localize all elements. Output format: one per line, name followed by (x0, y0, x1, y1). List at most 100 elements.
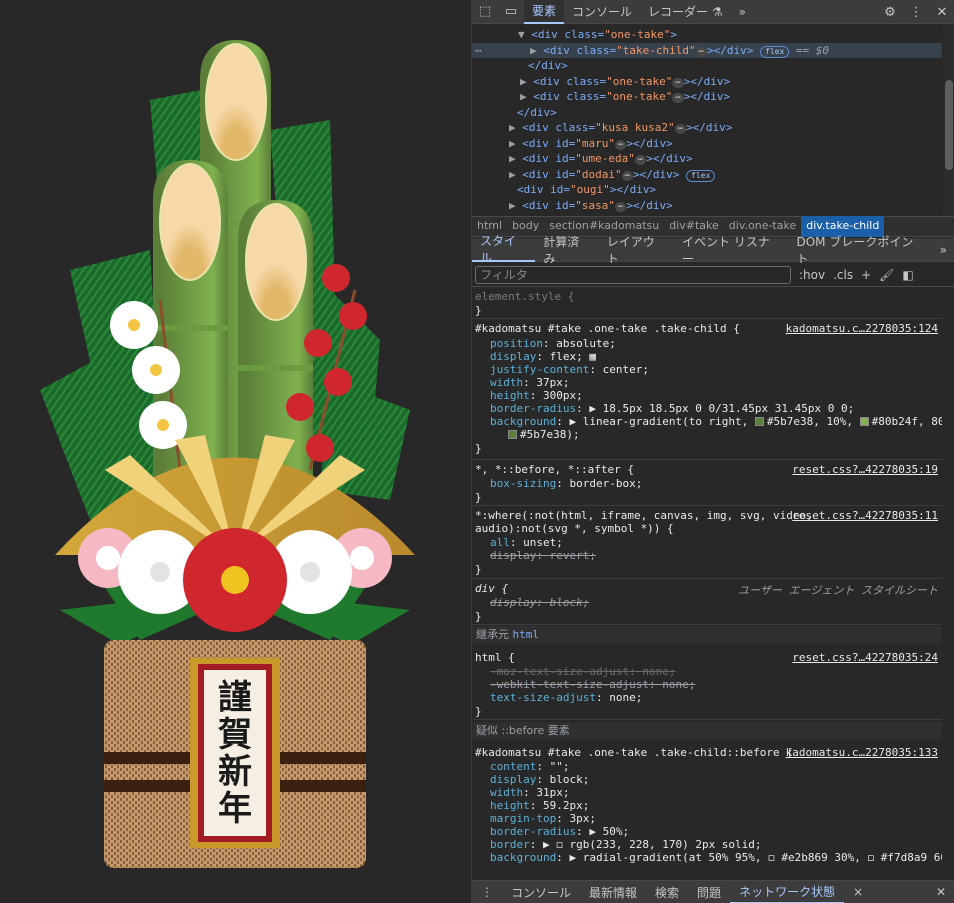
css-declaration[interactable]: justify-content: center; (490, 363, 649, 376)
rule-selector[interactable]: *, *::before, *::after { (475, 463, 634, 476)
expand-arrow-icon[interactable]: ▼ (518, 28, 525, 41)
expand-arrow-icon[interactable]: ▶ (509, 152, 516, 165)
expand-arrow-icon[interactable]: ▶ (509, 199, 516, 212)
dom-node[interactable]: ▶ <div id="maru" ⋯ ></div> (509, 136, 673, 152)
rule-selector[interactable]: div { (475, 582, 508, 595)
more-subtabs-button[interactable]: » (932, 238, 954, 262)
flex-badge[interactable]: flex (760, 45, 790, 58)
rule-source-link[interactable]: reset.css?…42278035:11 (792, 509, 938, 522)
tab-recorder[interactable]: レコーダー ⚗ (640, 0, 731, 24)
drawer-close-icon[interactable]: ✕ (927, 881, 954, 903)
expand-arrow-icon[interactable]: ▶ (520, 90, 527, 103)
tab-dom-breakpoints[interactable]: DOM ブレークポイント (788, 235, 931, 266)
paint-brush-icon[interactable]: 🖌 (879, 268, 894, 282)
tab-computed[interactable]: 計算済み (535, 235, 598, 266)
css-declaration[interactable]: display: flex; ▦ (490, 350, 596, 363)
color-swatch[interactable] (754, 417, 764, 426)
css-declaration[interactable]: text-size-adjust: none; (490, 691, 642, 704)
tab-console[interactable]: コンソール (564, 0, 640, 24)
css-declaration[interactable]: box-sizing: border-box; (490, 477, 642, 490)
css-declaration[interactable]: all: unset; (490, 536, 563, 549)
tab-layout[interactable]: レイアウト (599, 235, 674, 266)
css-declaration[interactable]: width: 37px; (490, 376, 570, 389)
css-declaration[interactable]: border-radius: ▶ 18.5px 18.5px 0 0/31.45… (490, 402, 854, 415)
css-declaration-overridden[interactable]: display: revert; (490, 549, 596, 562)
cls-toggle[interactable]: .cls (833, 268, 853, 282)
tab-elements[interactable]: 要素 (524, 0, 565, 24)
drawer-tab-console[interactable]: コンソール (502, 881, 580, 903)
rule-selector[interactable]: html { (475, 651, 515, 664)
tab-event-listeners[interactable]: イベント リスナー (674, 235, 789, 266)
css-declaration[interactable]: width: 31px; (490, 786, 570, 799)
collapsed-ellipsis[interactable]: ⋯ (614, 139, 627, 150)
rule-source-link[interactable]: reset.css?…42278035:19 (792, 463, 938, 476)
dom-node[interactable]: <div id="ougi"></div> (517, 182, 656, 198)
dom-node[interactable]: </div> (517, 105, 557, 121)
rule-selector[interactable]: element.style { (475, 290, 574, 303)
collapsed-ellipsis[interactable]: ⋯ (674, 124, 687, 134)
add-rule-icon[interactable]: + (861, 268, 871, 282)
css-declaration[interactable]: height: 300px; (490, 389, 583, 402)
rule-selector[interactable]: *:where(:not(html, iframe, canvas, img, … (475, 509, 813, 522)
dom-node[interactable]: ▶ <div id="sasa" ⋯ ></div> (509, 198, 673, 214)
expand-arrow-icon[interactable]: ▶ (520, 75, 527, 88)
rule-source-link[interactable]: reset.css?…42278035:24 (792, 651, 938, 664)
css-declaration-invalid[interactable]: -moz-text-size-adjust: none; (490, 665, 675, 678)
collapsed-ellipsis[interactable]: ⋯ (695, 46, 708, 57)
rule-selector-cont[interactable]: audio):not(svg *, symbol *)) { (475, 522, 674, 535)
dom-node[interactable]: ▶ <div id="dodai" ⋯ ></div> flex (509, 167, 716, 183)
hov-toggle[interactable]: :hov (799, 268, 825, 282)
tab-styles[interactable]: スタイル (472, 234, 536, 265)
filter-input[interactable] (475, 265, 791, 284)
css-declaration[interactable]: margin-top: 3px; (490, 812, 596, 825)
drawer-tab-network-conditions[interactable]: ネットワーク状態 (730, 881, 845, 903)
collapsed-ellipsis[interactable]: ⋯ (672, 77, 684, 88)
drawer-menu-icon[interactable]: ⋮ (472, 881, 502, 903)
flex-badge[interactable]: flex (686, 169, 716, 182)
settings-gear-icon[interactable]: ⚙ (877, 0, 903, 24)
expand-arrow-icon[interactable]: ▶ (509, 168, 516, 181)
color-swatch[interactable] (859, 417, 869, 426)
more-tabs-button[interactable]: » (731, 0, 754, 24)
rule-selector[interactable]: #kadomatsu #take .one-take .take-child { (475, 322, 740, 335)
inherited-tag-link[interactable]: html (513, 628, 540, 641)
dom-scrollbar[interactable] (943, 25, 954, 215)
color-swatch[interactable] (508, 430, 517, 439)
css-declaration[interactable]: border-radius: ▶ 50%; (490, 825, 629, 838)
dom-node[interactable]: ▶ <div class="one-take" ⋯ ></div> (520, 74, 730, 90)
dom-node[interactable]: ▼ <div class="one-take"> (518, 27, 677, 43)
css-declaration[interactable]: position: absolute; (490, 337, 616, 350)
kebab-menu-icon[interactable]: ⋮ (903, 0, 929, 24)
dom-node[interactable]: ▶ <div class="one-take" ⋯ ></div> (520, 89, 730, 105)
close-icon[interactable]: ✕ (929, 0, 954, 24)
expand-arrow-icon[interactable]: ▶ (509, 121, 516, 134)
dom-node[interactable]: ▶ <div id="ume-eda" ⋯ ></div> (509, 151, 693, 167)
css-declaration[interactable]: border: ▶ ◻ rgb(233, 228, 170) 2px solid… (490, 838, 762, 851)
dom-node[interactable]: </div> (528, 58, 568, 74)
sidebar-toggle-icon[interactable]: ◧ (902, 268, 913, 282)
drawer-tab-close-icon[interactable]: × (844, 881, 872, 903)
dom-node-selected[interactable]: ⋯ ▶ <div class="take-child" ⋯ ></div> flex… (472, 42, 942, 59)
collapsed-ellipsis[interactable]: ⋯ (614, 201, 627, 212)
drawer-tab-whats-new[interactable]: 最新情報 (580, 881, 646, 903)
drawer-tab-issues[interactable]: 問題 (688, 881, 730, 903)
rule-source-link[interactable]: kadomatsu.c…2278035:133 (786, 746, 938, 759)
dom-scrollbar-thumb[interactable] (945, 80, 953, 170)
device-toolbar-icon[interactable]: ▭ (498, 0, 524, 24)
css-declaration[interactable]: #5b7e38); (508, 428, 580, 441)
inspect-element-icon[interactable]: ⬚ (472, 0, 498, 24)
collapsed-ellipsis[interactable]: ⋯ (634, 155, 647, 165)
dom-node[interactable]: ▶ <div class="kusa kusa2" ⋯ ></div> (509, 120, 732, 136)
collapsed-ellipsis[interactable]: ⋯ (621, 170, 634, 181)
collapsed-ellipsis[interactable]: ⋯ (672, 93, 684, 103)
dom-node-menu-icon[interactable]: ⋯ (475, 43, 482, 59)
css-declaration[interactable]: height: 59.2px; (490, 799, 589, 812)
rule-selector[interactable]: #kadomatsu #take .one-take .take-child::… (475, 746, 793, 759)
rule-source-link[interactable]: kadomatsu.c…2278035:124 (786, 322, 938, 335)
expand-arrow-icon[interactable]: ▶ (509, 137, 516, 150)
expand-arrow-icon[interactable]: ▶ (530, 44, 537, 57)
drawer-tab-search[interactable]: 検索 (646, 881, 688, 903)
css-declaration[interactable]: background: ▶ radial-gradient(at 50% 95%… (490, 851, 942, 864)
css-declaration[interactable]: display: block; (490, 773, 589, 786)
css-declaration[interactable]: background: ▶ linear-gradient(to right, … (490, 415, 942, 428)
